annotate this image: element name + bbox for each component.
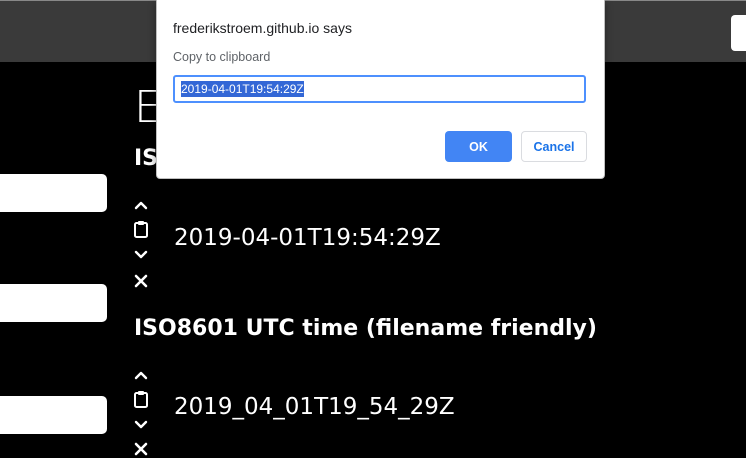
close-icon[interactable] <box>132 272 150 290</box>
chevron-down-icon[interactable] <box>132 416 150 434</box>
close-icon[interactable] <box>132 440 150 458</box>
filename-friendly-time-value: 2019_04_01T19_54_29Z <box>174 394 455 420</box>
clipboard-icon[interactable] <box>132 220 150 238</box>
dialog-input-value: 2019-04-01T19:54:29Z <box>181 81 304 97</box>
cancel-button[interactable]: Cancel <box>521 131 587 162</box>
chevron-up-icon[interactable] <box>132 366 150 384</box>
dialog-origin: frederikstroem.github.io says <box>173 20 352 36</box>
ok-button[interactable]: OK <box>445 131 512 162</box>
chevron-down-icon[interactable] <box>132 246 150 264</box>
dialog-message: Copy to clipboard <box>173 50 271 64</box>
section-title-filename-friendly: ISO8601 UTC time (filename friendly) <box>134 316 597 341</box>
browser-toolbar-button[interactable] <box>731 15 746 51</box>
left-input-2[interactable] <box>0 284 107 322</box>
dialog-prompt-input[interactable]: 2019-04-01T19:54:29Z <box>173 75 586 103</box>
chevron-up-icon[interactable] <box>132 196 150 214</box>
alert-dialog: frederikstroem.github.io says Copy to cl… <box>156 0 605 179</box>
iso-time-value: 2019-04-01T19:54:29Z <box>174 225 441 251</box>
left-input-1[interactable] <box>0 174 107 212</box>
clipboard-icon[interactable] <box>132 390 150 408</box>
left-input-3[interactable] <box>0 396 107 434</box>
